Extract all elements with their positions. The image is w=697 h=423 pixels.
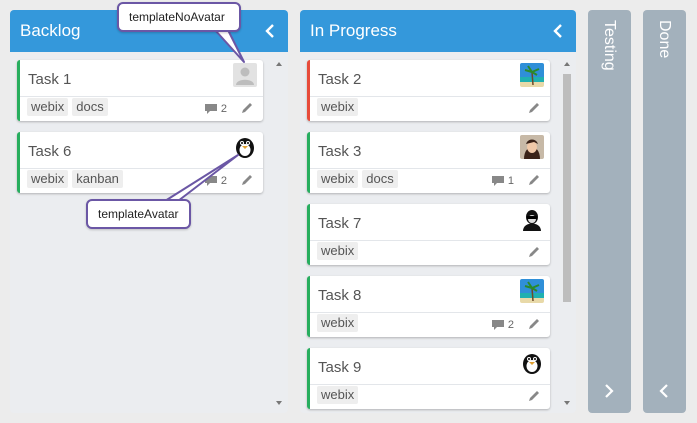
- scroll-up-arrow-icon[interactable]: [560, 60, 574, 68]
- tag: webix: [27, 170, 69, 188]
- column-title-in-progress: In Progress: [310, 21, 397, 40]
- tag: webix: [317, 314, 359, 332]
- comment-count-text: 2: [507, 319, 514, 331]
- tag-list: webix: [317, 386, 359, 404]
- chevron-left-icon[interactable]: [262, 21, 278, 41]
- scroll-thumb[interactable]: [563, 74, 571, 302]
- column-header-in-progress: In Progress: [300, 10, 576, 52]
- card-title: Task 9: [318, 359, 362, 376]
- penguin-avatar: [520, 351, 544, 375]
- tag: webix: [317, 98, 359, 116]
- user-placeholder-icon: [233, 63, 257, 87]
- column-title-done: Done: [656, 20, 673, 59]
- card-title: Task 1: [28, 71, 72, 88]
- callout-text: templateAvatar: [98, 207, 179, 221]
- card-task-3[interactable]: Task 3 webix docs 1: [307, 132, 550, 193]
- card-divider: [310, 96, 550, 97]
- tag: webix: [317, 242, 359, 260]
- tag: webix: [317, 386, 359, 404]
- card-title: Task 7: [318, 215, 362, 232]
- tag-list: webix: [317, 98, 359, 116]
- tag: docs: [72, 98, 108, 116]
- pencil-icon[interactable]: [527, 101, 541, 115]
- comment-icon: [204, 176, 217, 186]
- tag-list: webix kanban: [27, 170, 123, 188]
- card-task-7[interactable]: Task 7 webix: [307, 204, 550, 265]
- chevron-right-icon[interactable]: [601, 383, 617, 399]
- penguin-avatar: [233, 135, 257, 159]
- comments-count[interactable]: 2: [491, 319, 514, 331]
- tag: docs: [362, 170, 398, 188]
- column-testing-collapsed[interactable]: Testing: [588, 10, 631, 413]
- card-title: Task 3: [318, 143, 362, 160]
- column-title-backlog: Backlog: [20, 21, 81, 40]
- beach-avatar: [520, 63, 544, 87]
- pencil-icon[interactable]: [240, 101, 254, 115]
- card-title: Task 8: [318, 287, 362, 304]
- scroll-down-arrow-icon[interactable]: [560, 399, 574, 407]
- woman-portrait-avatar: [520, 135, 544, 159]
- scroll-up-arrow-icon[interactable]: [272, 60, 286, 68]
- scrollbar[interactable]: [560, 60, 574, 407]
- card-title: Task 2: [318, 71, 362, 88]
- chevron-left-icon[interactable]: [550, 21, 566, 41]
- man-portrait-avatar: [520, 207, 544, 231]
- tag-list: webix: [317, 314, 359, 332]
- card-divider: [20, 96, 263, 97]
- card-divider: [20, 168, 263, 169]
- scrollbar[interactable]: [272, 60, 286, 407]
- card-task-8[interactable]: Task 8 webix 2: [307, 276, 550, 337]
- card-divider: [310, 384, 550, 385]
- callout-template-avatar: templateAvatar: [86, 199, 191, 229]
- card-task-1[interactable]: Task 1 webix docs 2: [17, 60, 263, 121]
- chevron-left-icon[interactable]: [656, 383, 672, 399]
- scroll-down-arrow-icon[interactable]: [272, 399, 286, 407]
- column-title-testing: Testing: [601, 20, 618, 71]
- column-done-collapsed[interactable]: Done: [643, 10, 686, 413]
- comment-count-text: 2: [220, 175, 227, 187]
- beach-avatar: [520, 279, 544, 303]
- callout-template-no-avatar: templateNoAvatar: [117, 2, 241, 32]
- card-title: Task 6: [28, 143, 72, 160]
- callout-text: templateNoAvatar: [129, 10, 225, 24]
- card-task-2[interactable]: Task 2 webix: [307, 60, 550, 121]
- pencil-icon[interactable]: [527, 389, 541, 403]
- comments-count[interactable]: 2: [204, 103, 227, 115]
- comment-icon: [204, 104, 217, 114]
- card-task-9[interactable]: Task 9 webix: [307, 348, 550, 409]
- column-body-in-progress: Task 2 webix Task 3 webix docs 1 Task 7 …: [300, 52, 576, 413]
- pencil-icon[interactable]: [527, 173, 541, 187]
- tag: webix: [317, 170, 359, 188]
- pencil-icon[interactable]: [527, 317, 541, 331]
- pencil-icon[interactable]: [240, 173, 254, 187]
- tag: kanban: [72, 170, 123, 188]
- tag-list: webix: [317, 242, 359, 260]
- pencil-icon[interactable]: [527, 245, 541, 259]
- card-task-6[interactable]: Task 6 webix kanban 2: [17, 132, 263, 193]
- tag-list: webix docs: [317, 170, 398, 188]
- comments-count[interactable]: 2: [204, 175, 227, 187]
- card-divider: [310, 168, 550, 169]
- comment-icon: [491, 176, 504, 186]
- comments-count[interactable]: 1: [491, 175, 514, 187]
- comment-count-text: 2: [220, 103, 227, 115]
- column-body-backlog: Task 1 webix docs 2 Task 6 webix kanban …: [10, 52, 288, 413]
- card-divider: [310, 312, 550, 313]
- tag-list: webix docs: [27, 98, 108, 116]
- column-in-progress: In Progress Task 2 webix Task 3 webix do…: [300, 10, 576, 413]
- comment-count-text: 1: [507, 175, 514, 187]
- card-divider: [310, 240, 550, 241]
- comment-icon: [491, 320, 504, 330]
- tag: webix: [27, 98, 69, 116]
